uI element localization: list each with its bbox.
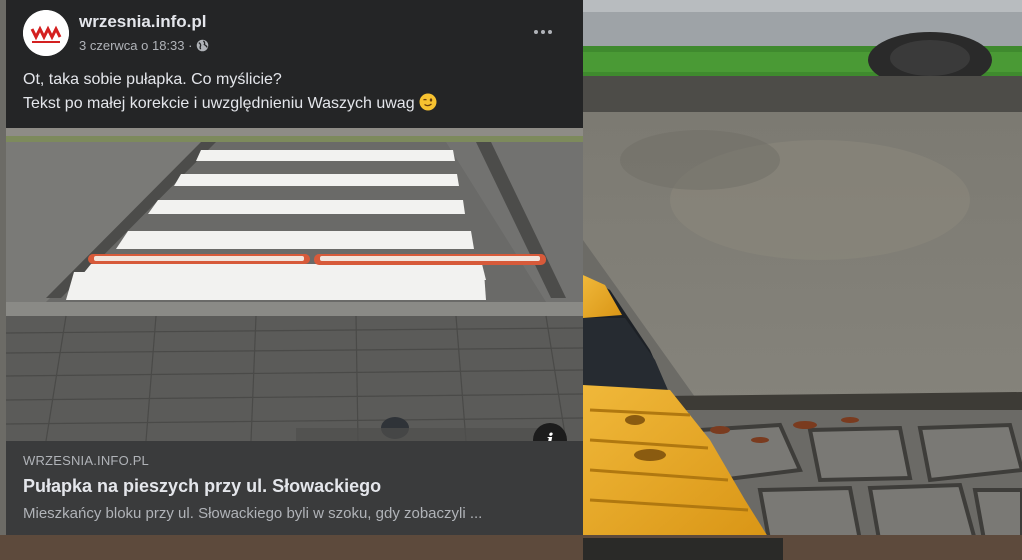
page-name[interactable]: wrzesnia.info.pl (79, 12, 207, 32)
winking-face-emoji-icon (419, 93, 437, 111)
link-preview[interactable]: WRZESNIA.INFO.PL Pułapka na pieszych prz… (6, 441, 583, 535)
link-domain: WRZESNIA.INFO.PL (23, 453, 149, 468)
more-dots-icon (534, 30, 538, 34)
facebook-post-card: wrzesnia.info.pl 3 czerwca o 18:33 · Ot,… (6, 0, 583, 535)
post-timestamp[interactable]: 3 czerwca o 18:33 · (79, 38, 192, 53)
wrzesnia-logo-icon (23, 10, 69, 56)
globe-icon (197, 39, 209, 52)
post-meta: 3 czerwca o 18:33 · (79, 38, 209, 53)
post-header: wrzesnia.info.pl 3 czerwca o 18:33 · (6, 0, 583, 64)
link-title[interactable]: Pułapka na pieszych przy ul. Słowackiego (23, 476, 566, 497)
post-link-image[interactable] (6, 128, 583, 441)
post-text-line-1: Ot, taka sobie pułapka. Co myślicie? (23, 71, 282, 88)
post-text: Ot, taka sobie pułapka. Co myślicie? Tek… (6, 64, 583, 128)
link-description: Mieszkańcy bloku przy ul. Słowackiego by… (23, 505, 483, 522)
post-text-line-2-wrap: Tekst po małej korekcie i uwzględnieniu … (23, 92, 566, 116)
more-options-button[interactable] (525, 18, 561, 46)
page-avatar[interactable] (23, 10, 69, 56)
post-text-line-2: Tekst po małej korekcie i uwzględnieniu … (23, 95, 415, 112)
